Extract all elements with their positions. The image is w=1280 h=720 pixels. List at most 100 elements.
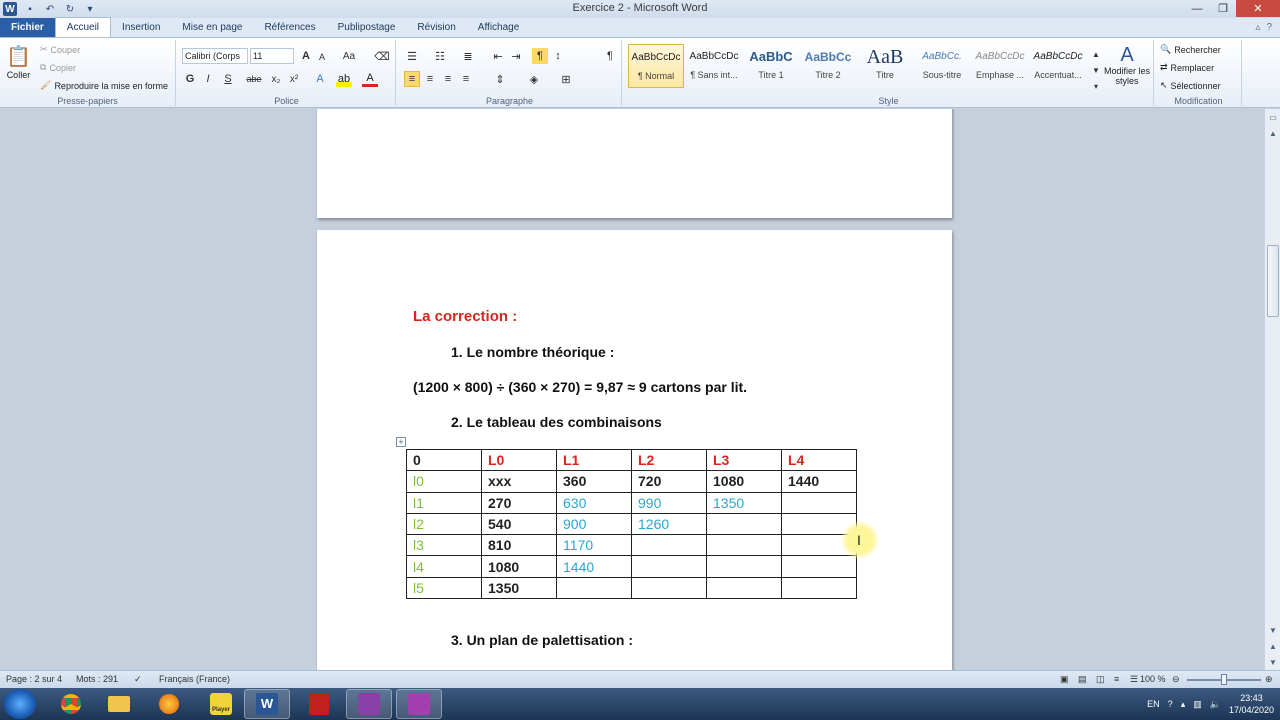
subscript-button[interactable]: x₂ (268, 71, 284, 87)
multilevel-list-icon[interactable]: ≣ (460, 48, 476, 64)
minimize-button[interactable]: — (1184, 0, 1210, 17)
vertical-scrollbar[interactable]: ▭ ▲ ▼ ▲ ▼ (1264, 109, 1280, 670)
table-cell[interactable] (706, 555, 782, 578)
table-cell[interactable]: 1170 (556, 534, 632, 557)
table-cell[interactable] (781, 555, 857, 578)
table-cell[interactable]: L3 (706, 448, 782, 472)
table-cell[interactable]: L4 (781, 448, 857, 472)
table-cell[interactable]: L1 (556, 448, 632, 472)
bullets-icon[interactable]: ☰ (404, 48, 420, 64)
chrome-icon[interactable] (48, 689, 94, 719)
minimize-ribbon-icon[interactable]: ▵ (1255, 22, 1260, 33)
table-cell[interactable]: l1 (406, 491, 482, 514)
table-cell[interactable] (631, 534, 707, 557)
style-normal[interactable]: AaBbCcDc ¶ Normal (628, 44, 684, 88)
combinations-table[interactable]: 0 L0 L1 L2 L3 L4 l0 xxx 360 720 1080 144… (406, 448, 857, 600)
word-count[interactable]: Mots : 291 (76, 674, 118, 684)
table-cell[interactable] (706, 512, 782, 536)
styles-scroll-up-icon[interactable]: ▲ (1088, 46, 1104, 62)
tab-accueil[interactable]: Accueil (54, 17, 112, 37)
customize-qat-icon[interactable]: ▾ (83, 2, 97, 16)
table-cell[interactable] (631, 555, 707, 578)
paste-button[interactable]: 📋 Coller (6, 44, 31, 80)
table-cell[interactable]: 540 (481, 512, 557, 536)
table-cell[interactable]: L0 (481, 448, 557, 472)
replace-button[interactable]: ⇄ Remplacer (1160, 62, 1214, 73)
table-cell[interactable]: 1350 (706, 491, 782, 514)
align-left-icon[interactable]: ≡ (404, 71, 420, 87)
close-button[interactable]: ✕ (1236, 0, 1280, 17)
shrink-font-icon[interactable]: A (314, 49, 330, 65)
table-cell[interactable] (781, 576, 857, 600)
table-cell[interactable]: 1440 (781, 470, 857, 493)
table-cell[interactable]: l4 (406, 555, 482, 578)
table-cell[interactable]: 990 (631, 491, 707, 514)
style-emphasis[interactable]: AaBbCcDc Accentuat... (1030, 44, 1086, 88)
change-case-icon[interactable]: Aa (341, 48, 357, 64)
maximize-button[interactable]: ❐ (1210, 0, 1236, 17)
table-cell[interactable]: l2 (406, 512, 482, 536)
zoom-slider-thumb[interactable] (1221, 674, 1227, 685)
table-cell[interactable]: 1080 (706, 470, 782, 493)
help-icon[interactable]: ? (1266, 22, 1272, 33)
style-title[interactable]: AaB Titre (857, 44, 913, 88)
network-icon[interactable]: ▥ (1193, 699, 1202, 710)
borders-icon[interactable]: ⊞ (558, 71, 574, 87)
full-screen-icon[interactable]: ▤ (1078, 674, 1087, 685)
firefox-icon[interactable] (146, 689, 192, 719)
align-right-icon[interactable]: ≡ (440, 71, 456, 87)
screen-recorder-icon[interactable] (346, 689, 392, 719)
zoom-out-icon[interactable]: ⊖ (1172, 674, 1180, 685)
cut-button[interactable]: ✂ Couper (40, 44, 80, 55)
tab-references[interactable]: Références (253, 18, 326, 37)
document-area[interactable]: La correction : 1. Le nombre théorique :… (0, 109, 1264, 670)
ltr-direction-icon[interactable]: ¶ (532, 48, 548, 64)
page-1[interactable] (317, 109, 952, 218)
style-heading-1[interactable]: AaBbC Titre 1 (743, 44, 799, 88)
table-cell[interactable]: 270 (481, 491, 557, 514)
language-indicator[interactable]: Français (France) (159, 674, 230, 684)
previous-page-icon[interactable]: ▲ (1265, 638, 1280, 654)
zoom-level[interactable]: 100 % (1140, 674, 1166, 684)
table-cell[interactable]: 0 (406, 448, 482, 472)
web-layout-icon[interactable]: ◫ (1096, 674, 1105, 685)
align-center-icon[interactable]: ≡ (422, 71, 438, 87)
select-button[interactable]: ↖ Sélectionner (1160, 80, 1221, 91)
table-cell[interactable]: l3 (406, 534, 482, 557)
style-subtle-emphasis[interactable]: AaBbCcDc Emphase ... (972, 44, 1028, 88)
word-app-icon[interactable]: W (3, 2, 17, 16)
pdf-reader-icon[interactable] (296, 689, 342, 719)
copy-button[interactable]: ⧉ Copier (40, 62, 76, 73)
text-effects-icon[interactable]: A (312, 71, 328, 87)
help-tray-icon[interactable]: ? (1168, 699, 1173, 709)
style-heading-2[interactable]: AaBbCc Titre 2 (800, 44, 856, 88)
player-icon[interactable]: Player (198, 689, 244, 719)
table-cell[interactable]: L2 (631, 448, 707, 472)
table-cell[interactable]: xxx (481, 470, 557, 493)
table-cell[interactable]: 1260 (631, 512, 707, 536)
table-cell[interactable]: 360 (556, 470, 632, 493)
volume-icon[interactable]: 🔈 (1210, 699, 1221, 710)
table-cell[interactable]: 900 (556, 512, 632, 536)
table-cell[interactable]: 1350 (481, 576, 557, 600)
tab-publipostage[interactable]: Publipostage (327, 18, 407, 37)
tab-fichier[interactable]: Fichier (0, 18, 55, 37)
table-cell[interactable] (556, 576, 632, 600)
sort-icon[interactable]: ↕ (550, 48, 566, 64)
table-cell[interactable] (706, 534, 782, 557)
shading-icon[interactable]: ◈ (526, 71, 542, 87)
increase-indent-icon[interactable]: ⇥ (508, 48, 524, 64)
next-page-icon[interactable]: ▼ (1265, 654, 1280, 670)
table-cell[interactable]: 810 (481, 534, 557, 557)
modify-styles-button[interactable]: A Modifier les styles (1104, 44, 1150, 86)
line-spacing-icon[interactable]: ⇕ (492, 71, 508, 87)
table-cell[interactable]: l0 (406, 470, 482, 493)
start-button[interactable] (4, 689, 36, 719)
redo-icon[interactable]: ↻ (63, 2, 77, 16)
table-move-handle[interactable]: + (396, 437, 406, 447)
font-color-icon[interactable]: A (362, 71, 378, 87)
pilcrow-icon[interactable]: ¶ (602, 48, 618, 64)
proofing-icon[interactable]: ✓ (134, 674, 142, 685)
clock[interactable]: 23:43 17/04/2020 (1229, 692, 1274, 716)
screen-recorder-2-icon[interactable] (396, 689, 442, 719)
